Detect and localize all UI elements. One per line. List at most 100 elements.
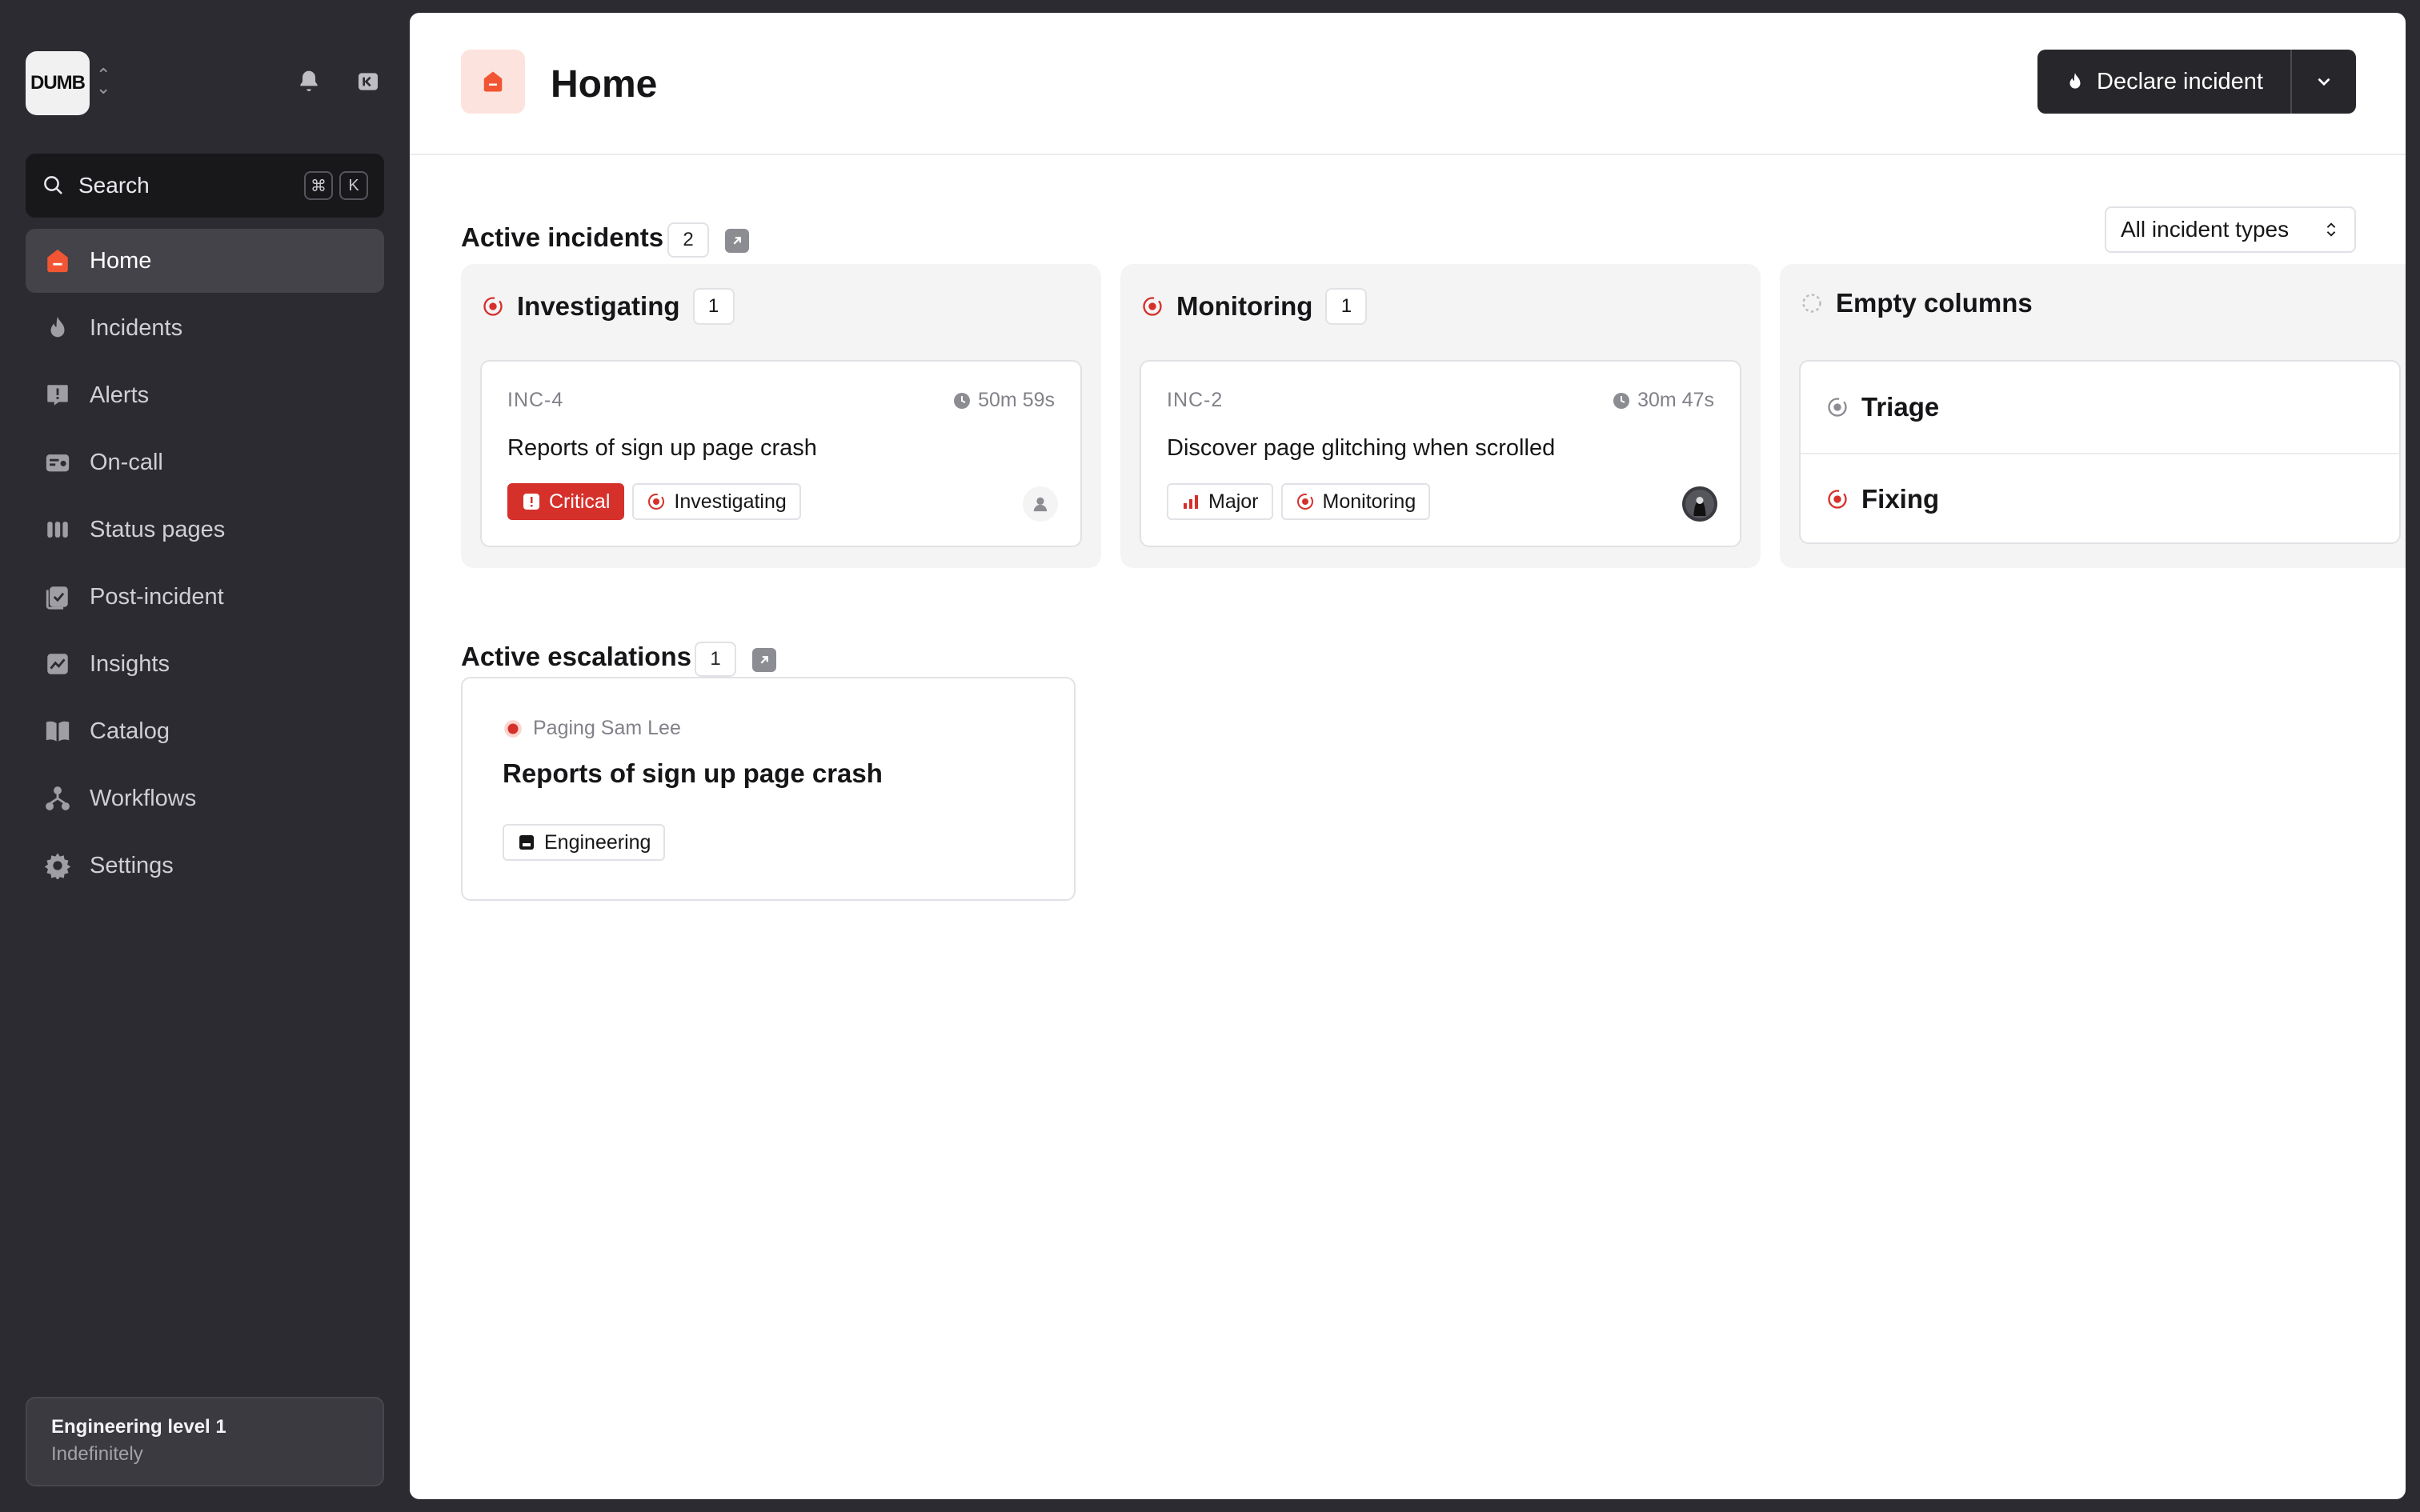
sidebar-item-label: Settings [90, 852, 174, 878]
empty-status-icon [1802, 294, 1821, 313]
unassigned-avatar-icon[interactable] [1023, 486, 1058, 522]
sidebar-item-label: Home [90, 247, 152, 274]
sidebar-item-label: Alerts [90, 382, 150, 408]
gear-icon [42, 850, 74, 882]
flame-icon [42, 312, 74, 344]
active-escalations-count: 1 [695, 642, 736, 677]
avatar[interactable] [1682, 486, 1717, 522]
severity-badge: Critical [507, 483, 625, 520]
sidebar-item-alerts[interactable]: Alerts [26, 363, 384, 427]
column-title: Monitoring [1176, 291, 1313, 321]
sidebar-item-insights[interactable]: Insights [26, 632, 384, 696]
home-icon [42, 245, 74, 277]
column-investigating: Investigating 1 INC-4 50m 59s Reports of… [461, 264, 1101, 568]
empty-column-label: Triage [1861, 392, 1940, 422]
severity-label: Critical [549, 490, 611, 513]
sidebar-item-post-incident[interactable]: Post-incident [26, 565, 384, 629]
clock-icon [954, 392, 971, 409]
critical-icon [523, 494, 539, 510]
team-badge: Engineering [503, 824, 666, 861]
oncall-subtitle: Indefinitely [51, 1443, 143, 1465]
sidebar-item-label: Workflows [90, 785, 197, 811]
active-incidents-count: 2 [667, 222, 709, 258]
sidebar-item-label: On-call [90, 449, 163, 475]
sidebar-item-home[interactable]: Home [26, 229, 384, 293]
oncall-status-card[interactable]: Engineering level 1 Indefinitely [26, 1397, 384, 1486]
column-monitoring: Monitoring 1 INC-2 30m 47s Discover page… [1120, 264, 1761, 568]
org-logo[interactable]: DUMB [26, 51, 90, 115]
sidebar: DUMB ⌃ ⌄ Search ⌘ K Home Incidents Alert… [0, 0, 410, 1512]
incident-card[interactable]: INC-4 50m 59s Reports of sign up page cr… [480, 360, 1082, 547]
empty-columns-list: Triage Fixing [1799, 360, 2401, 544]
sidebar-item-label: Insights [90, 650, 170, 677]
home-icon [461, 50, 525, 114]
column-count: 1 [692, 288, 735, 325]
monitoring-status-icon [1143, 297, 1162, 316]
bell-icon[interactable] [293, 66, 325, 98]
investigating-status-icon [648, 494, 665, 510]
workflow-icon [42, 782, 74, 814]
org-switcher-chevron-icon[interactable]: ⌃ ⌄ [96, 66, 110, 97]
sidebar-item-workflows[interactable]: Workflows [26, 766, 384, 830]
alert-icon [42, 379, 74, 411]
sidebar-item-on-call[interactable]: On-call [26, 430, 384, 494]
paging-dot-icon [504, 719, 522, 738]
chevron-down-icon [2318, 78, 2330, 86]
incident-type-select[interactable]: All incident types [2105, 206, 2356, 253]
status-badge: Investigating [632, 483, 801, 520]
incident-ref: INC-2 [1167, 389, 1224, 411]
search-button[interactable]: Search ⌘ K [26, 154, 384, 218]
incident-duration: 30m 47s [1612, 389, 1714, 412]
search-icon [44, 176, 62, 194]
chart-icon [42, 648, 74, 680]
oncall-title: Engineering level 1 [51, 1416, 226, 1438]
empty-column-fixing[interactable]: Fixing [1801, 453, 2399, 542]
status-bars-icon [42, 514, 74, 546]
triage-status-icon [1828, 398, 1847, 417]
sidebar-item-label: Status pages [90, 516, 226, 542]
collapse-sidebar-icon[interactable] [352, 66, 384, 98]
page-title: Home [551, 63, 658, 106]
empty-column-triage[interactable]: Triage [1801, 362, 2399, 453]
declare-options-button[interactable] [2292, 50, 2356, 114]
team-label: Engineering [544, 830, 651, 854]
fixing-status-icon [1828, 490, 1847, 509]
incident-name: Reports of sign up page crash [507, 435, 817, 461]
column-count: 1 [1325, 288, 1368, 325]
org-logo-text: DUMB [30, 72, 86, 94]
incident-card[interactable]: INC-2 30m 47s Discover page glitching wh… [1140, 360, 1741, 547]
column-title: Empty columns [1836, 288, 2033, 318]
escalation-title: Reports of sign up page crash [503, 758, 883, 788]
incident-duration-value: 50m 59s [978, 389, 1055, 411]
sidebar-item-catalog[interactable]: Catalog [26, 699, 384, 763]
incident-name: Discover page glitching when scrolled [1167, 435, 1556, 461]
check-doc-icon [42, 581, 74, 613]
incident-duration: 50m 59s [952, 389, 1055, 412]
page-header: Home Declare incident [410, 13, 2406, 155]
status-label: Investigating [674, 490, 787, 513]
sidebar-item-settings[interactable]: Settings [26, 834, 384, 898]
declare-incident-button[interactable]: Declare incident [2037, 50, 2292, 114]
sidebar-nav: Home Incidents Alerts On-call Status pag… [26, 229, 384, 901]
main-content: Home Declare incident Active incidents 2… [410, 13, 2406, 1499]
incident-duration-value: 30m 47s [1637, 389, 1714, 411]
team-icon [519, 835, 534, 850]
open-external-icon[interactable] [752, 648, 776, 672]
shortcut-k-key: K [339, 171, 368, 200]
severity-bars-icon [1184, 495, 1198, 509]
escalation-paging: Paging Sam Lee [503, 717, 681, 740]
incident-type-select-value: All incident types [2121, 217, 2290, 242]
status-badge: Monitoring [1280, 483, 1431, 520]
status-label: Monitoring [1322, 490, 1416, 513]
flame-icon [2069, 73, 2081, 89]
book-icon [42, 715, 74, 747]
severity-label: Major [1208, 490, 1259, 513]
escalation-card[interactable]: Paging Sam Lee Reports of sign up page c… [461, 677, 1076, 901]
sidebar-item-label: Incidents [90, 314, 183, 341]
sidebar-item-incidents[interactable]: Incidents [26, 296, 384, 360]
sidebar-item-status-pages[interactable]: Status pages [26, 498, 384, 562]
oncall-icon [42, 446, 74, 478]
open-external-icon[interactable] [725, 229, 749, 253]
investigating-status-icon [483, 297, 503, 316]
chevron-up-down-icon [2326, 222, 2336, 237]
